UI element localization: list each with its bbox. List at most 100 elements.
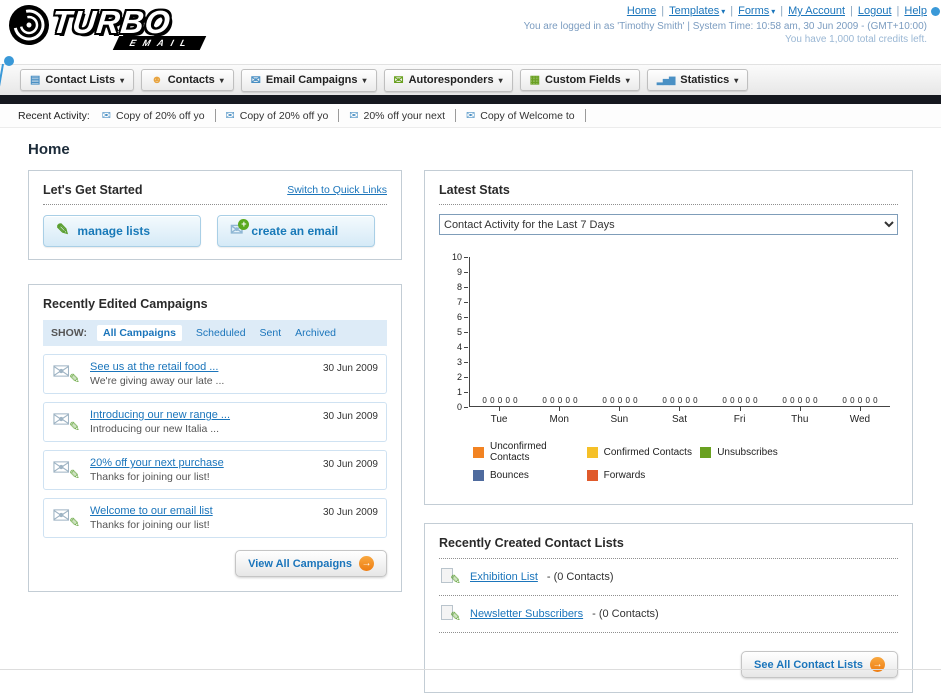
top-link-forms[interactable]: Forms ▾ xyxy=(738,5,775,17)
chart-value-labels: 0 0 0 0 0 xyxy=(782,396,818,405)
contact-list-item[interactable]: ✎ Exhibition List - (0 Contacts) xyxy=(439,559,898,595)
login-info: You are logged in as 'Timothy Smith' | S… xyxy=(523,21,927,32)
view-all-campaigns-button[interactable]: View All Campaigns → xyxy=(235,550,387,577)
chart-day-group: 0 0 0 0 0 xyxy=(770,257,830,406)
campaign-date: 30 Jun 2009 xyxy=(322,459,378,470)
main-navigation: Contact Lists▾Contacts▾Email Campaigns▾A… xyxy=(0,64,941,95)
pencil-icon: ✎ xyxy=(69,515,80,530)
legend-item-unconfirmed-contacts: Unconfirmed Contacts xyxy=(473,441,587,463)
nav-tab-autoresponders[interactable]: Autoresponders ▾ xyxy=(383,68,513,92)
campaign-title-link[interactable]: Welcome to our email list xyxy=(90,505,213,517)
see-all-contact-lists-button[interactable]: See All Contact Lists → xyxy=(740,651,898,678)
y-tick-mark xyxy=(464,376,468,378)
campaign-row[interactable]: ✉ ✎ See us at the retail food ... We're giv… xyxy=(43,354,387,394)
x-axis-label: Tue xyxy=(469,407,529,425)
x-axis-label: Mon xyxy=(529,407,589,425)
link-separator: | xyxy=(896,5,900,17)
pencil-icon: ✎ xyxy=(69,467,80,482)
header-right: Home | Templates ▾ | Forms ▾ | My Account | Logout… xyxy=(524,5,927,45)
nav-tab-label: Email Campaigns xyxy=(265,74,358,86)
envelope-plus-icon: ✉ + xyxy=(230,219,250,239)
recent-activity-item[interactable]: ✉ Copy of Welcome to xyxy=(466,109,586,122)
chart-value-labels: 0 0 0 0 0 xyxy=(542,396,578,405)
campaign-row[interactable]: ✉ ✎ Introducing our new range ... Introduci… xyxy=(43,402,387,442)
manage-lists-button[interactable]: ✎ manage lists xyxy=(43,215,201,247)
filter-scheduled[interactable]: Scheduled xyxy=(196,327,246,339)
email-edit-icon: ✉ ✎ xyxy=(52,407,82,435)
create-an-email-button[interactable]: ✉ + create an email xyxy=(217,215,375,247)
campaign-row[interactable]: ✉ ✎ Welcome to our email list Thanks for jo… xyxy=(43,498,387,538)
list-edit-icon: ✎ xyxy=(441,568,461,587)
nav-tab-label: Custom Fields xyxy=(545,74,621,86)
button-label: create an email xyxy=(251,224,339,238)
pencil-icon: ✎ xyxy=(450,609,461,624)
y-tick-mark xyxy=(464,406,468,408)
nav-tab-label: Contact Lists xyxy=(45,74,116,86)
campaign-list: ✉ ✎ See us at the retail food ... We're giv… xyxy=(43,354,387,538)
recent-activity-items: ✉ Copy of 20% off yo ✉ Copy of 20% off yo ✉ 2… xyxy=(102,109,586,122)
nav-tab-contact-lists[interactable]: Contact Lists ▾ xyxy=(20,69,135,91)
nav-tab-contacts[interactable]: Contacts ▾ xyxy=(141,69,234,91)
y-tick-mark xyxy=(464,316,468,318)
email-edit-icon: ✉ ✎ xyxy=(52,359,82,387)
logo-email-text: EMAIL xyxy=(127,38,196,48)
confirmed-contacts-swatch xyxy=(586,446,598,458)
legend-label: Bounces xyxy=(490,470,529,481)
filter-sent[interactable]: Sent xyxy=(260,327,282,339)
unsubscribes-swatch xyxy=(700,446,712,458)
chart-day-group: 0 0 0 0 0 xyxy=(710,257,770,406)
get-started-title: Let's Get Started xyxy=(43,183,143,197)
chart-y-axis: 10 9 8 7 6 5 4 3 2 1 0 xyxy=(444,253,468,412)
campaign-title-link[interactable]: 20% off your next purchase xyxy=(90,457,224,469)
top-link-logout[interactable]: Logout xyxy=(858,5,892,17)
legend-label: Unconfirmed Contacts xyxy=(490,441,547,463)
chevron-down-icon: ▾ xyxy=(498,75,503,85)
chevron-down-icon: ▾ xyxy=(120,75,125,85)
recent-activity-item[interactable]: ✉ 20% off your next xyxy=(349,109,457,122)
envelope-icon: ✉ xyxy=(52,455,71,480)
nav-tab-statistics[interactable]: Statistics ▾ xyxy=(646,69,749,91)
right-column: Latest Stats Contact Activity for the La… xyxy=(424,170,913,693)
filter-archived[interactable]: Archived xyxy=(295,327,336,339)
contacts-icon xyxy=(151,75,163,86)
campaign-title-link[interactable]: See us at the retail food ... xyxy=(90,361,218,373)
contact-list-item[interactable]: ✎ Newsletter Subscribers - (0 Contacts) xyxy=(439,596,898,632)
campaign-row[interactable]: ✉ ✎ 20% off your next purchase Thanks for j… xyxy=(43,450,387,490)
envelope-icon: ✉ xyxy=(101,110,111,122)
plus-icon: + xyxy=(238,219,250,230)
decoration-dot-right xyxy=(931,7,940,16)
contact-list-link[interactable]: Exhibition List xyxy=(470,571,538,583)
chart-day-group: 0 0 0 0 0 xyxy=(470,257,530,406)
top-link-help[interactable]: Help xyxy=(904,5,927,17)
envelope-icon: ✉ xyxy=(52,407,71,432)
campaign-date: 30 Jun 2009 xyxy=(322,363,378,374)
link-separator: | xyxy=(780,5,784,17)
filter-all-campaigns[interactable]: All Campaigns xyxy=(96,325,182,341)
switch-to-quick-links-link[interactable]: Switch to Quick Links xyxy=(287,184,387,196)
campaign-subtitle: We're giving away our late ... xyxy=(90,375,225,387)
contact-list-link[interactable]: Newsletter Subscribers xyxy=(470,608,583,620)
top-link-home[interactable]: Home xyxy=(627,5,656,17)
contact-list-count: - (0 Contacts) xyxy=(592,608,659,620)
recent-activity-bar: Recent Activity: ✉ Copy of 20% off yo ✉ Cop… xyxy=(0,104,941,128)
recent-activity-item[interactable]: ✉ Copy of 20% off yo xyxy=(102,109,216,122)
recent-activity-item[interactable]: ✉ Copy of 20% off yo xyxy=(226,109,340,122)
button-label: manage lists xyxy=(77,224,151,238)
campaign-text: Introducing our new range ... Introducing… xyxy=(90,409,300,435)
y-tick-mark xyxy=(464,361,468,363)
y-tick-mark xyxy=(464,346,468,348)
list-edit-icon: ✎ xyxy=(441,605,461,624)
top-link-my-account[interactable]: My Account xyxy=(788,5,845,17)
stats-period-select[interactable]: Contact Activity for the Last 7 Days xyxy=(439,214,898,235)
nav-tab-email-campaigns[interactable]: Email Campaigns ▾ xyxy=(240,68,377,92)
nav-tab-custom-fields[interactable]: Custom Fields ▾ xyxy=(519,69,640,91)
campaign-title-link[interactable]: Introducing our new range ... xyxy=(90,409,230,421)
nav-tab-label: Statistics xyxy=(680,74,730,86)
campaign-subtitle: Introducing our new Italia ... xyxy=(90,423,219,435)
chart-day-group: 0 0 0 0 0 xyxy=(590,257,650,406)
chart-legend: Unconfirmed Contacts Confirmed Contacts Un… xyxy=(473,441,817,488)
top-link-templates[interactable]: Templates ▾ xyxy=(669,5,725,17)
envelope-icon: ✉ xyxy=(466,110,476,122)
get-started-panel: Let's Get Started Switch to Quick Links … xyxy=(28,170,402,260)
chart-value-labels: 0 0 0 0 0 xyxy=(842,396,878,405)
